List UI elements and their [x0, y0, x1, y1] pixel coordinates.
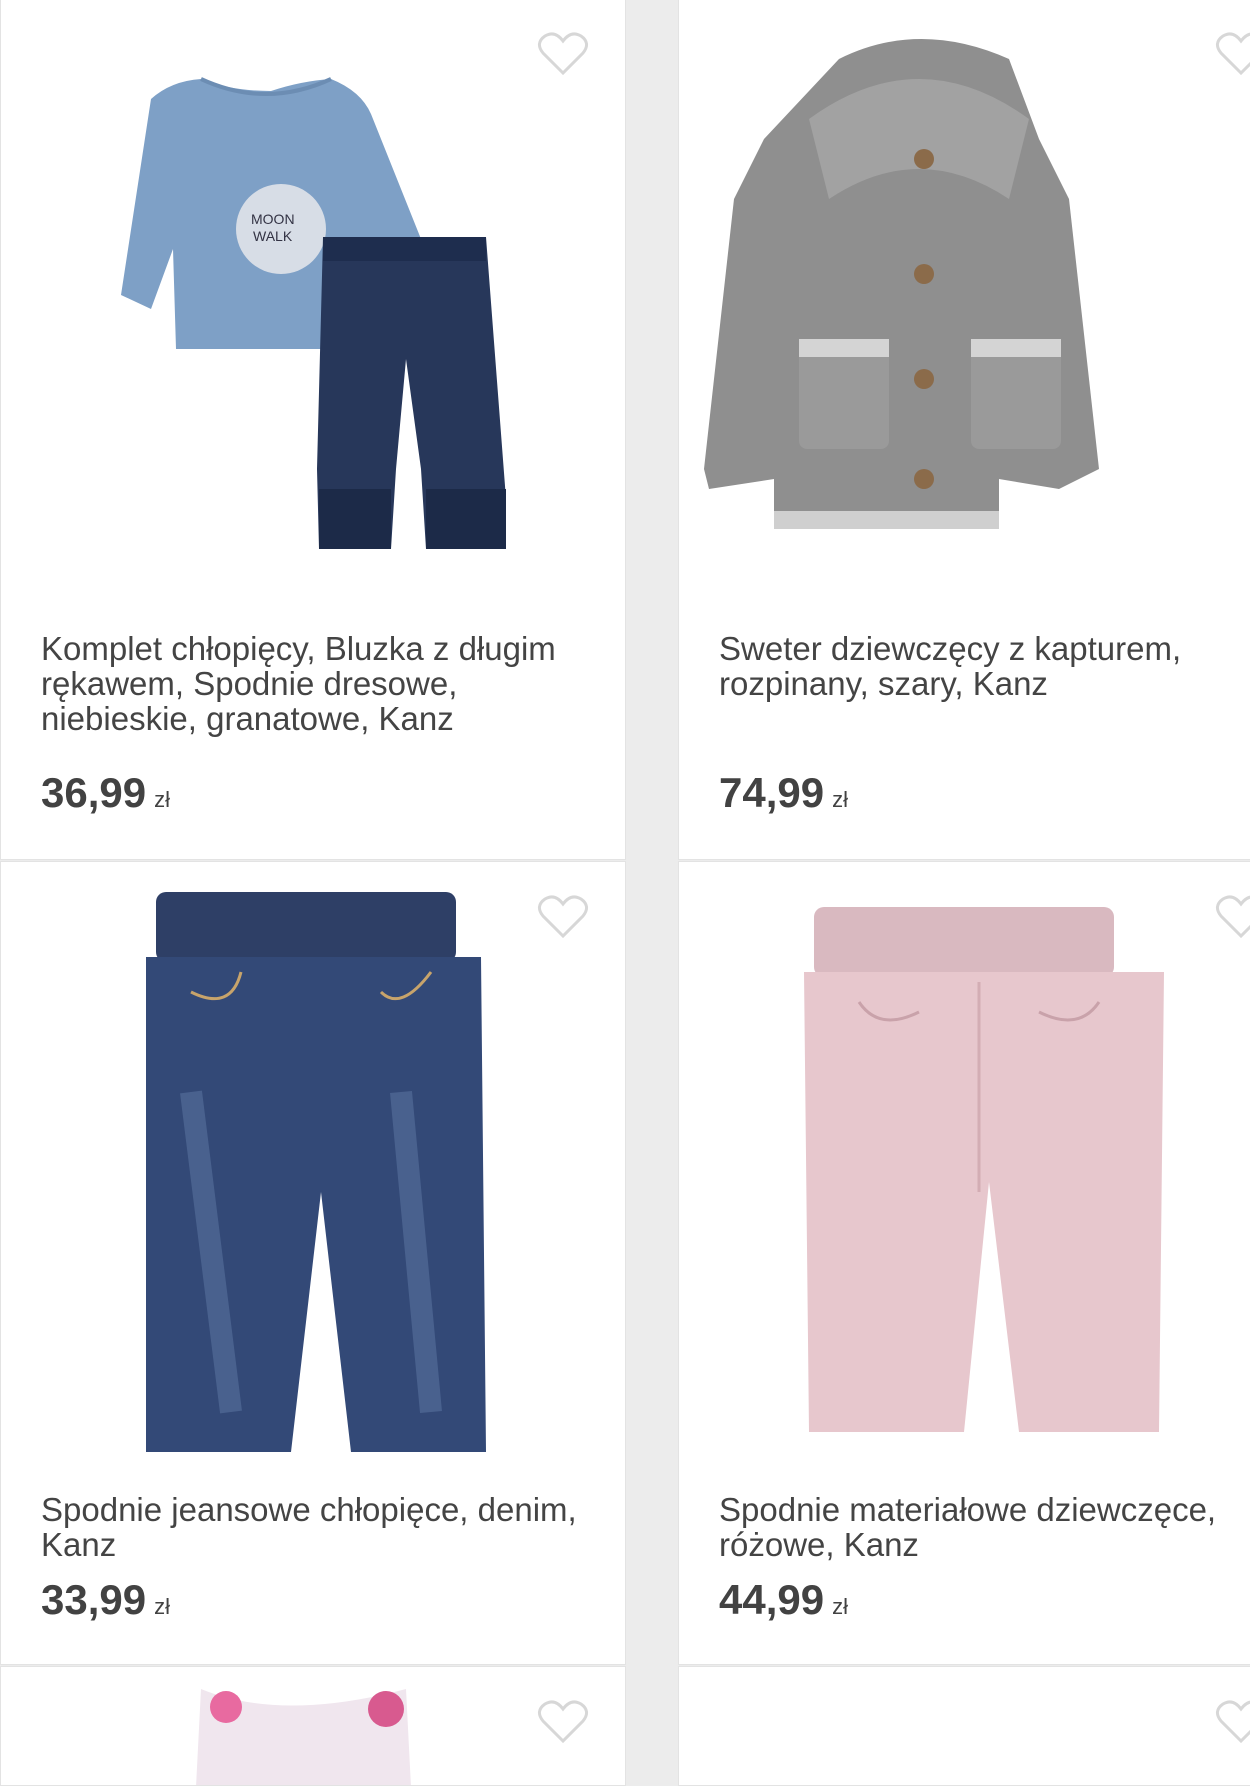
- favorite-heart-icon[interactable]: [1215, 1699, 1250, 1745]
- product-price: 36,99 zł: [41, 769, 170, 817]
- price-currency: zł: [832, 787, 848, 812]
- product-card[interactable]: Spodnie materiałowe dziewczęce, różowe, …: [678, 861, 1250, 1665]
- svg-text:MOON: MOON: [251, 211, 295, 227]
- product-card[interactable]: [678, 1666, 1250, 1786]
- svg-text:WALK: WALK: [253, 228, 293, 244]
- product-price: 33,99 zł: [41, 1576, 170, 1624]
- price-amount: 33,99: [41, 1576, 147, 1623]
- price-currency: zł: [154, 787, 170, 812]
- product-price: 74,99 zł: [719, 769, 848, 817]
- product-image[interactable]: MOON WALK: [1, 0, 625, 599]
- product-price: 44,99 zł: [719, 1576, 848, 1624]
- product-image[interactable]: [679, 0, 1250, 599]
- favorite-heart-icon[interactable]: [537, 31, 589, 77]
- price-amount: 44,99: [719, 1576, 825, 1623]
- favorite-heart-icon[interactable]: [537, 1699, 589, 1745]
- product-card[interactable]: MOON WALK Komplet chłopięcy, Bluzka z dł…: [0, 0, 626, 860]
- product-image[interactable]: [1, 1667, 625, 1785]
- favorite-heart-icon[interactable]: [1215, 894, 1250, 940]
- price-amount: 36,99: [41, 769, 147, 816]
- product-title[interactable]: Spodnie jeansowe chłopięce, denim, Kanz: [41, 1492, 595, 1562]
- price-currency: zł: [832, 1594, 848, 1619]
- product-image[interactable]: [679, 862, 1250, 1462]
- product-title[interactable]: Komplet chłopięcy, Bluzka z długim rękaw…: [41, 631, 595, 736]
- product-card[interactable]: [0, 1666, 626, 1786]
- product-image[interactable]: [1, 862, 625, 1462]
- product-title[interactable]: Spodnie materiałowe dziewczęce, różowe, …: [719, 1492, 1250, 1562]
- price-currency: zł: [154, 1594, 170, 1619]
- price-amount: 74,99: [719, 769, 825, 816]
- product-card[interactable]: Sweter dziewczęcy z kapturem, rozpinany,…: [678, 0, 1250, 860]
- product-title[interactable]: Sweter dziewczęcy z kapturem, rozpinany,…: [719, 631, 1250, 701]
- favorite-heart-icon[interactable]: [1215, 31, 1250, 77]
- product-card[interactable]: Spodnie jeansowe chłopięce, denim, Kanz …: [0, 861, 626, 1665]
- favorite-heart-icon[interactable]: [537, 894, 589, 940]
